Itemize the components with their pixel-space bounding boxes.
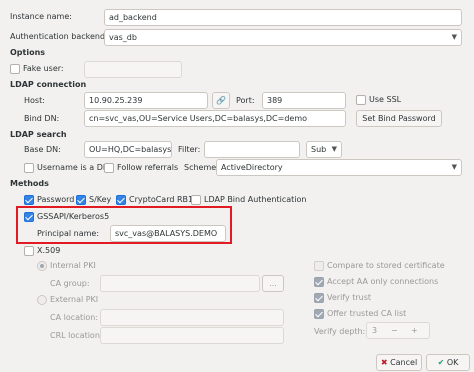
use-ssl-checkbox[interactable] bbox=[356, 95, 366, 105]
bind-dn-label: Bind DN: bbox=[24, 114, 60, 123]
host-label: Host: bbox=[24, 96, 45, 105]
fake-user-checkbox[interactable] bbox=[10, 64, 20, 74]
methods-heading: Methods bbox=[10, 179, 49, 188]
follow-referrals-label: Follow referrals bbox=[117, 163, 179, 172]
password-checkbox[interactable] bbox=[24, 195, 34, 205]
cryptocard-checkbox[interactable] bbox=[116, 195, 126, 205]
plus-icon[interactable]: + bbox=[411, 326, 418, 335]
scheme-label: Scheme: bbox=[184, 163, 219, 172]
base-dn-input[interactable]: OU=HQ,DC=balasys,I bbox=[84, 141, 172, 158]
cryptocard-label: CryptoCard RB1 bbox=[129, 195, 194, 204]
chevron-down-icon: ▼ bbox=[331, 145, 337, 153]
scheme-value: ActiveDirectory bbox=[221, 163, 283, 172]
cancel-icon: ✖ bbox=[380, 358, 388, 367]
external-pki-label: External PKI bbox=[50, 295, 99, 304]
minus-icon[interactable]: − bbox=[391, 326, 398, 335]
fake-user-label: Fake user: bbox=[23, 64, 64, 73]
auth-backend-value: vas_db bbox=[109, 33, 137, 42]
host-input[interactable]: 10.90.25.239 bbox=[84, 92, 208, 109]
ca-location-label: CA location: bbox=[50, 313, 99, 322]
ldap-bind-label: LDAP Bind Authentication bbox=[204, 195, 307, 204]
options-heading: Options bbox=[10, 48, 46, 57]
follow-referrals-checkbox[interactable] bbox=[104, 163, 114, 173]
username-is-dn-checkbox[interactable] bbox=[24, 163, 34, 173]
verify-depth-label: Verify depth: bbox=[314, 327, 366, 336]
principal-name-input[interactable]: svc_vas@BALASYS.DEMO bbox=[110, 225, 226, 242]
ldap-connection-heading: LDAP connection bbox=[10, 80, 87, 89]
ldap-bind-checkbox[interactable] bbox=[191, 195, 201, 205]
x509-checkbox[interactable] bbox=[24, 246, 34, 256]
filter-label: Filter: bbox=[178, 145, 201, 154]
ca-group-browse-button[interactable]: ... bbox=[262, 275, 284, 292]
username-is-dn-label: Username is a DN bbox=[37, 163, 109, 172]
internal-pki-radio[interactable] bbox=[37, 261, 47, 271]
set-bind-password-button[interactable]: Set Bind Password bbox=[356, 110, 442, 127]
instance-name-input[interactable]: ad_backend bbox=[104, 9, 462, 26]
port-label: Port: bbox=[236, 96, 255, 105]
gssapi-label: GSSAPI/Kerberos5 bbox=[37, 212, 110, 221]
verify-depth-spinner[interactable]: 3 − + bbox=[366, 322, 430, 339]
scope-value: Sub bbox=[311, 145, 327, 154]
ok-button[interactable]: ✔ OK bbox=[426, 354, 470, 371]
chevron-down-icon: ▼ bbox=[451, 163, 457, 171]
compare-cert-label: Compare to stored certificate bbox=[327, 261, 445, 270]
internal-pki-label: Internal PKI bbox=[50, 261, 96, 270]
fake-user-input[interactable] bbox=[84, 61, 182, 78]
ca-group-label: CA group: bbox=[50, 279, 90, 288]
accept-aa-label: Accept AA only connections bbox=[327, 277, 439, 286]
link-button[interactable]: 🔗 bbox=[212, 92, 230, 109]
scope-select[interactable]: Sub ▼ bbox=[306, 141, 342, 158]
verify-trust-label: Verify trust bbox=[327, 293, 372, 302]
accept-aa-checkbox[interactable] bbox=[314, 277, 324, 287]
external-pki-radio[interactable] bbox=[37, 295, 47, 305]
chevron-down-icon: ▼ bbox=[451, 33, 457, 41]
skey-checkbox[interactable] bbox=[76, 195, 86, 205]
auth-backend-select[interactable]: vas_db ▼ bbox=[104, 29, 462, 46]
gssapi-checkbox[interactable] bbox=[24, 212, 34, 222]
ca-location-input[interactable] bbox=[100, 309, 284, 326]
ok-label: OK bbox=[446, 358, 459, 367]
ca-group-input[interactable] bbox=[100, 275, 260, 292]
bind-dn-input[interactable]: cn=svc_vas,OU=Service Users,DC=balasys,D… bbox=[84, 110, 346, 127]
scheme-select[interactable]: ActiveDirectory ▼ bbox=[216, 159, 462, 176]
use-ssl-label: Use SSL bbox=[369, 95, 402, 104]
verify-depth-value: 3 bbox=[372, 326, 378, 335]
offer-ca-list-checkbox[interactable] bbox=[314, 309, 324, 319]
x509-label: X.509 bbox=[37, 246, 61, 255]
verify-trust-checkbox[interactable] bbox=[314, 293, 324, 303]
ldap-search-heading: LDAP search bbox=[10, 130, 67, 139]
cancel-button[interactable]: ✖ Cancel bbox=[376, 354, 422, 371]
filter-input[interactable] bbox=[204, 141, 300, 158]
principal-name-label: Principal name: bbox=[37, 229, 100, 238]
crl-location-label: CRL location: bbox=[50, 331, 103, 340]
instance-name-label: Instance name: bbox=[10, 12, 72, 21]
cancel-label: Cancel bbox=[390, 358, 418, 367]
ok-icon: ✔ bbox=[437, 358, 445, 367]
crl-location-input[interactable] bbox=[100, 327, 284, 344]
port-input[interactable]: 389 bbox=[262, 92, 346, 109]
skey-label: S/Key bbox=[89, 195, 112, 204]
password-label: Password bbox=[37, 195, 75, 204]
compare-cert-checkbox[interactable] bbox=[314, 261, 324, 271]
offer-ca-list-label: Offer trusted CA list bbox=[327, 309, 407, 318]
base-dn-label: Base DN: bbox=[24, 145, 61, 154]
auth-backend-label: Authentication backend: bbox=[10, 32, 108, 41]
link-icon: 🔗 bbox=[216, 96, 226, 105]
